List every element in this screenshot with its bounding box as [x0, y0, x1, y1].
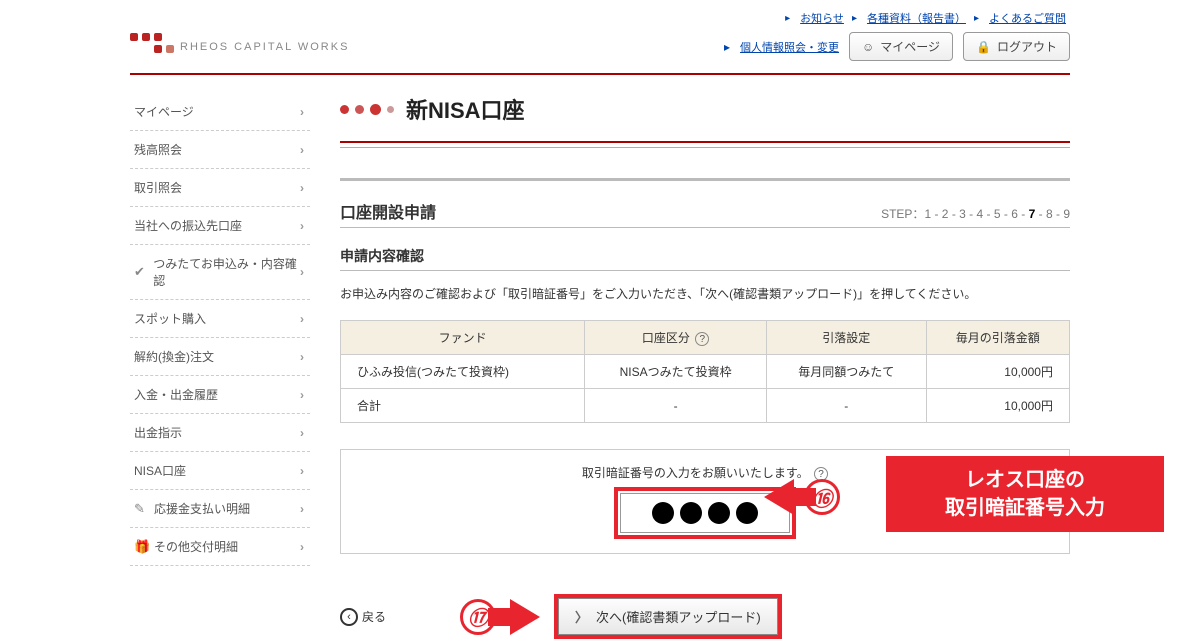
- pin-dot: [652, 502, 674, 524]
- divider: [340, 227, 1070, 228]
- brand-mark-icon: [130, 33, 170, 61]
- col-monthly-amount: 毎月の引落金額: [926, 321, 1069, 355]
- brand-logo: RHEOS CAPITAL WORKS: [130, 33, 349, 61]
- link-documents[interactable]: 各種資料（報告書）: [867, 10, 966, 26]
- chevron-right-icon: ›: [300, 464, 304, 478]
- section-title: 口座開設申請: [340, 199, 436, 223]
- chevron-right-icon: 〉: [575, 607, 588, 626]
- link-personal-info[interactable]: 個人情報照会・変更: [740, 39, 839, 55]
- pin-dot: [708, 502, 730, 524]
- chevron-left-icon: ‹: [340, 608, 358, 626]
- sidebar-item-withdrawal[interactable]: 出金指示›: [130, 414, 310, 452]
- page-title: 新NISA口座: [406, 93, 525, 125]
- sidebar-item-mypage[interactable]: マイページ›: [130, 93, 310, 131]
- back-button[interactable]: ‹ 戻る: [340, 608, 386, 626]
- sidebar: マイページ› 残高照会› 取引照会› 当社への振込先口座› ✔つみたてお申込み・…: [130, 93, 310, 639]
- chevron-right-icon: ▸: [974, 13, 979, 24]
- sidebar-item-deposit-history[interactable]: 入金・出金履歴›: [130, 376, 310, 414]
- step-indicator: STEP：1 - 2 - 3 - 4 - 5 - 6 - 7 - 8 - 9: [881, 205, 1070, 222]
- logout-button[interactable]: 🔒 ログアウト: [963, 32, 1070, 61]
- instruction-text: お申込み内容のご確認および「取引暗証番号」をご入力いただき、「次へ(確認書類アッ…: [340, 285, 1070, 302]
- pin-dot: [736, 502, 758, 524]
- sidebar-item-tsumitate[interactable]: ✔つみたてお申込み・内容確認›: [130, 245, 310, 300]
- pencil-icon: ✎: [134, 501, 148, 517]
- divider: [340, 147, 1070, 148]
- divider: [130, 73, 1070, 75]
- table-row: ひふみ投信(つみたて投資枠) NISAつみたて投資枠 毎月同額つみたて 10,0…: [341, 355, 1070, 389]
- annotation-note: レオス口座の 取引暗証番号入力: [886, 456, 1164, 532]
- divider: [340, 178, 1070, 181]
- next-button-label: 次へ(確認書類アップロード): [596, 607, 761, 626]
- brand-name: RHEOS CAPITAL WORKS: [180, 41, 349, 53]
- sidebar-item-nisa[interactable]: NISA口座›: [130, 452, 310, 490]
- application-table: ファンド 口座区分 ? 引落設定 毎月の引落金額 ひふみ投信(つみたて投資枠) …: [340, 320, 1070, 423]
- arrow-right-icon: [510, 599, 540, 635]
- chevron-right-icon: ›: [300, 219, 304, 233]
- divider: [340, 141, 1070, 143]
- annotation-highlight: 〉 次へ(確認書類アップロード): [554, 594, 782, 639]
- table-row-total: 合計 - - 10,000円: [341, 389, 1070, 423]
- next-button[interactable]: 〉 次へ(確認書類アップロード): [558, 598, 778, 635]
- subsection-title: 申請内容確認: [340, 246, 1070, 266]
- col-debit-setting: 引落設定: [766, 321, 926, 355]
- sidebar-item-other-statements[interactable]: 🎁その他交付明細›: [130, 528, 310, 566]
- link-faq[interactable]: よくあるご質問: [989, 10, 1066, 26]
- col-account-type: 口座区分 ?: [585, 321, 767, 355]
- chevron-right-icon: ▸: [785, 13, 790, 24]
- mypage-button-label: マイページ: [880, 38, 940, 55]
- chevron-right-icon: ›: [300, 350, 304, 364]
- title-decor-icon: [340, 104, 394, 115]
- pin-dot: [680, 502, 702, 524]
- sidebar-item-transactions[interactable]: 取引照会›: [130, 169, 310, 207]
- chevron-right-icon: ›: [300, 426, 304, 440]
- arrow-left-icon: [764, 479, 794, 515]
- sidebar-item-balance[interactable]: 残高照会›: [130, 131, 310, 169]
- chevron-right-icon: ›: [300, 265, 304, 279]
- back-label: 戻る: [362, 608, 386, 625]
- main-content: 新NISA口座 口座開設申請 STEP：1 - 2 - 3 - 4 - 5 - …: [340, 93, 1070, 639]
- top-links: ▸ お知らせ ▸ 各種資料（報告書） ▸ よくあるご質問: [130, 10, 1070, 26]
- chevron-right-icon: ▸: [724, 40, 730, 54]
- chevron-right-icon: ›: [300, 312, 304, 326]
- header: RHEOS CAPITAL WORKS ▸ 個人情報照会・変更 ☺ マイページ …: [130, 32, 1070, 61]
- chevron-right-icon: ›: [300, 181, 304, 195]
- sidebar-item-transfer-account[interactable]: 当社への振込先口座›: [130, 207, 310, 245]
- chevron-right-icon: ›: [300, 502, 304, 516]
- chevron-right-icon: ›: [300, 105, 304, 119]
- sidebar-item-support-payments[interactable]: ✎応援金支払い明細›: [130, 490, 310, 528]
- annotation-17: ⑰: [460, 599, 540, 635]
- check-icon: ✔: [134, 264, 147, 280]
- mypage-button[interactable]: ☺ マイページ: [849, 32, 953, 61]
- col-fund: ファンド: [341, 321, 585, 355]
- sidebar-item-redemption[interactable]: 解約(換金)注文›: [130, 338, 310, 376]
- annotation-16: ⑯: [764, 479, 840, 515]
- lock-icon: 🔒: [976, 40, 991, 54]
- divider: [340, 270, 1070, 271]
- sidebar-item-spot[interactable]: スポット購入›: [130, 300, 310, 338]
- link-news[interactable]: お知らせ: [800, 10, 844, 26]
- logout-button-label: ログアウト: [997, 38, 1057, 55]
- chevron-right-icon: ▸: [852, 13, 857, 24]
- help-icon[interactable]: ?: [695, 332, 709, 346]
- user-icon: ☺: [862, 40, 874, 54]
- chevron-right-icon: ›: [300, 143, 304, 157]
- chevron-right-icon: ›: [300, 388, 304, 402]
- gift-icon: 🎁: [134, 539, 148, 555]
- chevron-right-icon: ›: [300, 540, 304, 554]
